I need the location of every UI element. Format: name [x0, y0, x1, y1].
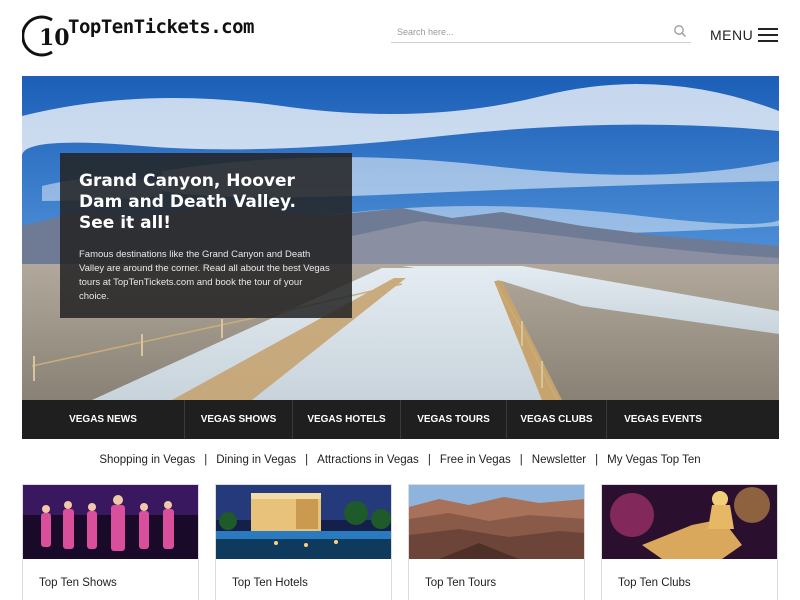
- secondary-links: Shopping in Vegas | Dining in Vegas | Attrac…: [0, 454, 800, 470]
- link-attractions[interactable]: Attractions in Vegas: [317, 454, 419, 466]
- nav-item-vegas-news[interactable]: VEGAS NEWS: [22, 400, 185, 439]
- logo-number: 10: [39, 25, 70, 51]
- link-free[interactable]: Free in Vegas: [440, 454, 511, 466]
- card-top-ten-clubs[interactable]: Top Ten Clubs: [601, 484, 778, 600]
- main-nav: VEGAS NEWS VEGAS SHOWS VEGAS HOTELS VEGA…: [22, 400, 779, 439]
- hero-description: Famous destinations like the Grand Canyo…: [79, 249, 330, 302]
- hero-banner[interactable]: Grand Canyon, Hoover Dam and Death Valle…: [22, 76, 779, 400]
- card-top-ten-tours[interactable]: Top Ten Tours: [408, 484, 585, 600]
- hotels-image: [216, 485, 391, 559]
- hero-caption-card: Grand Canyon, Hoover Dam and Death Valle…: [60, 153, 352, 318]
- tours-image: [409, 485, 584, 559]
- nav-item-vegas-tours[interactable]: VEGAS TOURS: [401, 400, 507, 439]
- card-top-ten-hotels[interactable]: Top Ten Hotels: [215, 484, 392, 600]
- link-separator: |: [427, 454, 431, 466]
- nav-item-vegas-hotels[interactable]: VEGAS HOTELS: [293, 400, 401, 439]
- search-icon[interactable]: [673, 24, 687, 38]
- shows-image: [23, 485, 198, 559]
- link-separator: |: [204, 454, 208, 466]
- clubs-image: [602, 485, 777, 559]
- link-separator: |: [519, 454, 523, 466]
- link-newsletter[interactable]: Newsletter: [532, 454, 586, 466]
- search-input[interactable]: [391, 22, 661, 42]
- nav-item-vegas-clubs[interactable]: VEGAS CLUBS: [507, 400, 607, 439]
- link-my-vegas-top-ten[interactable]: My Vegas Top Ten: [607, 454, 701, 466]
- hero-title: Grand Canyon, Hoover Dam and Death Valle…: [79, 171, 296, 233]
- link-separator: |: [595, 454, 599, 466]
- card-title: Top Ten Clubs: [618, 577, 691, 589]
- site-logo[interactable]: 10 TopTenTickets.com: [22, 14, 254, 58]
- link-separator: |: [305, 454, 309, 466]
- link-dining[interactable]: Dining in Vegas: [216, 454, 296, 466]
- menu-button[interactable]: MENU: [710, 26, 782, 44]
- site-header: 10 TopTenTickets.com MENU: [0, 0, 800, 76]
- card-title: Top Ten Tours: [425, 577, 497, 589]
- nav-item-vegas-events[interactable]: VEGAS EVENTS: [607, 400, 719, 439]
- logo-text: TopTenTickets.com: [68, 16, 254, 38]
- search-bar: [391, 22, 691, 43]
- hamburger-icon: [758, 28, 780, 42]
- nav-item-vegas-shows[interactable]: VEGAS SHOWS: [185, 400, 293, 439]
- menu-label: MENU: [710, 27, 754, 43]
- card-title: Top Ten Hotels: [232, 577, 308, 589]
- logo-circle-icon: 10: [22, 15, 70, 57]
- card-title: Top Ten Shows: [39, 577, 117, 589]
- card-top-ten-shows[interactable]: Top Ten Shows: [22, 484, 199, 600]
- link-shopping[interactable]: Shopping in Vegas: [99, 454, 195, 466]
